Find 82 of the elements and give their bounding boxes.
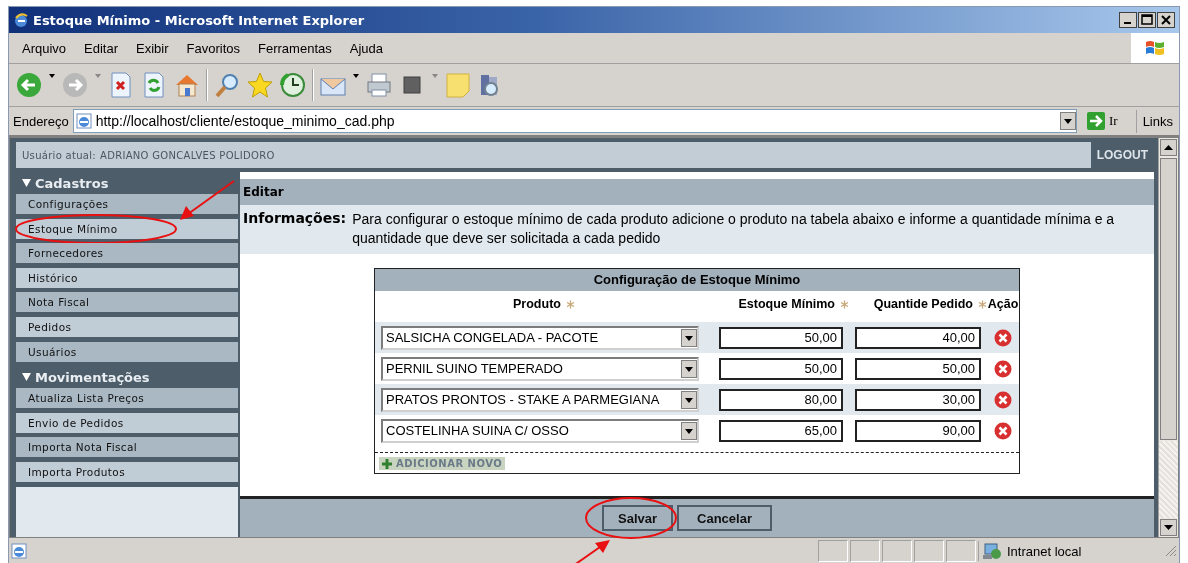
scroll-thumb[interactable] xyxy=(1160,158,1177,440)
sidebar-item[interactable]: Usuários xyxy=(16,341,238,362)
minimize-button[interactable] xyxy=(1119,12,1137,28)
scrollbar[interactable] xyxy=(1158,138,1178,537)
links-button[interactable]: Links xyxy=(1135,109,1179,133)
form-button[interactable]: Cancelar xyxy=(677,505,772,531)
address-field[interactable]: http://localhost/cliente/estoque_minimo_cad.php xyxy=(72,109,1077,133)
user-name: ADRIANO GONCALVES POLIDORO xyxy=(100,149,275,161)
resize-grip-icon xyxy=(1165,545,1177,557)
status-panel xyxy=(946,540,976,562)
column-header: Quantide Pedido xyxy=(873,297,973,311)
network-icon xyxy=(983,542,1003,560)
input-field[interactable]: 30,00 xyxy=(855,388,981,411)
product-dropdown[interactable]: SALSICHA CONGELADA - PACOTE xyxy=(381,325,699,350)
page-icon xyxy=(75,113,92,129)
sidebar-item[interactable]: Importa Produtos xyxy=(16,461,238,482)
menu-item[interactable]: Ferramentas xyxy=(249,38,341,58)
logout-link[interactable]: LOGOUT xyxy=(1090,142,1154,168)
plus-icon xyxy=(382,458,392,469)
delete-icon[interactable] xyxy=(994,328,1012,347)
product-dropdown[interactable]: PERNIL SUINO TEMPERADO xyxy=(381,356,699,381)
status-panel xyxy=(914,540,944,562)
sidebar-item[interactable]: Envio de Pedidos xyxy=(16,412,238,433)
zone-label: Intranet local xyxy=(1007,543,1082,559)
input-field[interactable]: 40,00 xyxy=(855,326,981,349)
info-text: Para configurar o estoque mínimo de cada produto adicione o produto na tabela abaixo e informe a quantidade mínima e a quantidade que deve ser solicitada a cada pedido xyxy=(352,210,1116,248)
sidebar-item[interactable]: Nota Fiscal xyxy=(16,292,238,313)
history-button[interactable] xyxy=(279,71,307,99)
menu-item[interactable]: Ajuda xyxy=(340,38,392,58)
dropdown-button[interactable] xyxy=(681,359,697,378)
form-button[interactable]: Salvar xyxy=(602,505,674,531)
maximize-button[interactable] xyxy=(1138,12,1156,28)
arrow-icon xyxy=(1086,112,1105,130)
window-title: Estoque Mínimo - Microsoft Internet Explorer xyxy=(33,12,365,28)
input-field[interactable]: 50,00 xyxy=(719,357,843,380)
sidebar-item[interactable]: Configurações xyxy=(16,194,238,214)
menu-item[interactable]: Arquivo xyxy=(13,38,76,58)
table-title: Configuração de Estoque Mínimo xyxy=(375,269,1019,291)
column-header: Ação xyxy=(987,297,1019,311)
annotation-arrow xyxy=(178,178,236,221)
browser-icon xyxy=(13,12,29,28)
status-panel xyxy=(882,540,912,562)
print-button[interactable] xyxy=(365,71,393,99)
page-icon xyxy=(11,543,27,559)
column-header: Produto xyxy=(513,297,561,311)
info-label: Informações: xyxy=(243,210,347,228)
scroll-up-button[interactable] xyxy=(1160,139,1177,156)
input-field[interactable]: 80,00 xyxy=(719,388,843,411)
dropdown-button[interactable] xyxy=(1059,112,1076,130)
close-button[interactable] xyxy=(1157,12,1175,28)
delete-icon[interactable] xyxy=(994,359,1012,378)
menu-item[interactable]: Favoritos xyxy=(177,38,250,58)
scroll-down-button[interactable] xyxy=(1160,519,1177,536)
back-button[interactable] xyxy=(15,71,43,99)
sidebar-item[interactable]: Estoque Mínimo xyxy=(16,218,238,239)
windows-logo-icon xyxy=(1144,38,1166,58)
dropdown-button[interactable] xyxy=(681,390,697,409)
input-field[interactable]: 90,00 xyxy=(855,419,981,442)
menu-item[interactable]: Editar xyxy=(75,38,128,58)
panel-title: Editar xyxy=(240,178,1154,205)
delete-icon[interactable] xyxy=(994,390,1012,409)
address-label: Endereço xyxy=(13,113,69,129)
input-field[interactable]: 50,00 xyxy=(719,326,843,349)
product-dropdown[interactable]: PRATOS PRONTOS - STAKE A PARMEGIANA xyxy=(381,387,699,412)
status-panel xyxy=(818,540,848,562)
input-field[interactable]: 50,00 xyxy=(855,357,981,380)
product-dropdown[interactable]: COSTELINHA SUINA C/ OSSO xyxy=(381,418,699,443)
sidebar-item[interactable]: Histórico xyxy=(16,267,238,288)
status-panel xyxy=(850,540,880,562)
dropdown-button[interactable] xyxy=(681,328,697,347)
delete-icon[interactable] xyxy=(994,421,1012,440)
sidebar-item[interactable]: Atualiza Lista Preços xyxy=(16,388,238,409)
menu-item[interactable]: Exibir xyxy=(127,38,178,58)
sidebar-item[interactable]: Importa Nota Fiscal xyxy=(16,437,238,458)
go-button[interactable]: Ir xyxy=(1080,109,1132,133)
dropdown-button[interactable] xyxy=(681,421,697,440)
column-header: Estoque Mínimo xyxy=(738,297,835,311)
sidebar-item[interactable]: Pedidos xyxy=(16,316,238,337)
sidebar-item[interactable]: Fornecedores xyxy=(16,243,238,264)
search-button[interactable] xyxy=(213,71,241,99)
user-label: Usuário atual: xyxy=(22,149,97,161)
input-field[interactable]: 65,00 xyxy=(719,419,843,442)
